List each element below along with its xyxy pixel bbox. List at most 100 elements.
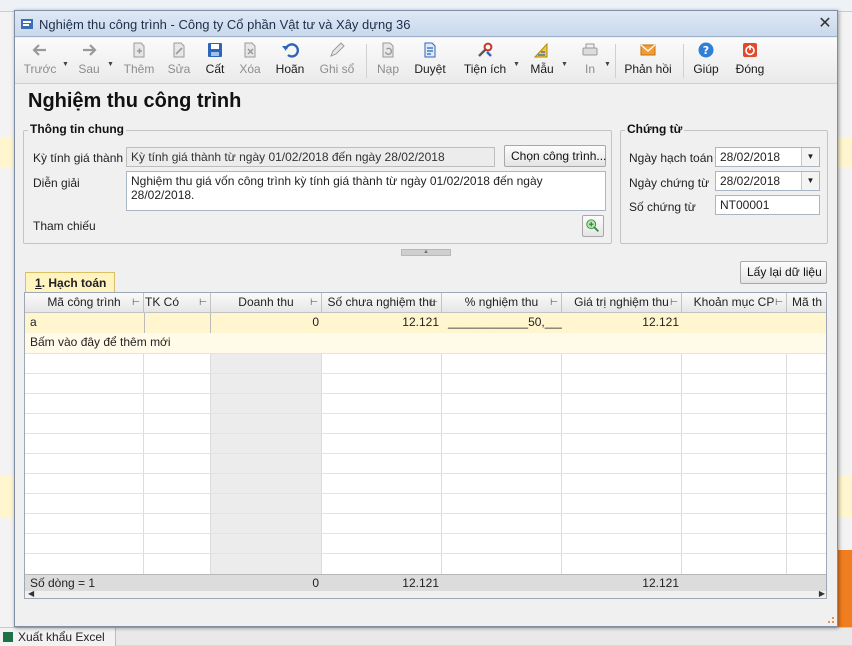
toolbar-print-button[interactable]: In ▼ — [577, 41, 611, 81]
cell-project-code[interactable]: a — [27, 313, 144, 333]
toolbar-print-label: In — [584, 62, 595, 76]
scroll-left-icon[interactable]: ◀ — [28, 589, 34, 598]
toolbar-utilities-button[interactable]: Tiện ích ▼ — [461, 41, 520, 81]
voucher-group: Chứng từ Ngày hạch toán 28/02/2018 ▼ Ngà… — [620, 122, 828, 244]
reload-icon — [382, 42, 394, 58]
column-header[interactable]: Khoản mục CP ⊢ — [682, 293, 787, 313]
toolbar-separator — [366, 44, 367, 78]
chevron-down-icon[interactable]: ▼ — [561, 61, 568, 68]
toolbar-next-button[interactable]: Sau ▼ — [71, 41, 114, 81]
chevron-down-icon[interactable]: ▼ — [62, 61, 69, 68]
cell-cost-item[interactable] — [682, 313, 787, 333]
table-row[interactable]: a 0 12.121 ____________50,____ 12.121 — [25, 313, 826, 333]
voucher-date-label: Ngày chứng từ — [629, 176, 710, 190]
toolbar-add-button[interactable]: Thêm — [121, 41, 157, 81]
title-bar[interactable]: Nghiệm thu công trình - Công ty Cổ phần … — [15, 11, 837, 37]
background-row-highlight — [838, 476, 852, 518]
choose-project-button[interactable]: Chọn công trình... — [504, 145, 606, 167]
edit-document-icon — [173, 42, 185, 58]
toolbar-feedback-button[interactable]: Phản hồi — [621, 41, 675, 81]
toolbar-post-button[interactable]: Ghi sổ — [317, 41, 357, 81]
add-reference-icon — [586, 219, 599, 232]
cell-credit-account[interactable] — [144, 313, 211, 333]
column-header[interactable]: TK Có ⊢ — [144, 293, 211, 313]
chevron-down-icon[interactable]: ▼ — [801, 148, 819, 166]
toolbar-utilities-label: Tiện ích — [463, 62, 507, 76]
add-reference-button[interactable] — [582, 215, 604, 237]
toolbar-previous-button[interactable]: Trước ▼ — [19, 41, 69, 81]
help-icon: ? — [698, 42, 714, 58]
pin-icon[interactable]: ⊢ — [430, 293, 438, 312]
toolbar-help-button[interactable]: ? Giúp — [689, 41, 723, 81]
toolbar-feedback-label: Phản hồi — [624, 62, 672, 76]
general-info-legend: Thông tin chung — [28, 122, 126, 136]
toolbar-template-button[interactable]: Mẫu ▼ — [525, 41, 568, 81]
pin-icon[interactable]: ⊢ — [199, 293, 207, 312]
column-header[interactable]: Mã th — [787, 293, 826, 313]
toolbar-help-label: Giúp — [693, 62, 719, 76]
app-icon — [21, 19, 33, 29]
toolbar-template-label: Mẫu — [530, 62, 554, 76]
horizontal-scrollbar[interactable]: ◀ ▶ — [25, 589, 826, 598]
printer-icon — [582, 43, 598, 56]
export-excel-label: Xuất khẩu Excel — [18, 630, 105, 644]
cell-revenue[interactable]: 0 — [211, 313, 322, 333]
toolbar-delete-button[interactable]: Xóa — [235, 41, 265, 81]
excel-icon — [3, 632, 13, 642]
toolbar-separator — [615, 44, 616, 78]
chevron-down-icon[interactable]: ▼ — [801, 172, 819, 190]
grid-line — [25, 353, 826, 354]
undo-icon — [282, 43, 299, 58]
toolbar-add-label: Thêm — [123, 62, 155, 76]
tab-accounting[interactable]: 1. Hạch toán — [25, 272, 115, 293]
column-header[interactable]: Doanh thu ⊢ — [211, 293, 322, 313]
column-header[interactable]: Giá trị nghiệm thu ⊢ — [562, 293, 682, 313]
posting-date-value: 28/02/2018 — [720, 150, 781, 164]
toolbar-approve-button[interactable]: Duyệt — [411, 41, 449, 81]
toolbar-undo-button[interactable]: Hoãn — [273, 41, 307, 81]
toolbar-reload-button[interactable]: Nạp — [373, 41, 403, 81]
pin-icon[interactable]: ⊢ — [670, 293, 678, 312]
chevron-down-icon[interactable]: ▼ — [513, 61, 520, 68]
pin-icon[interactable]: ⊢ — [550, 293, 558, 312]
period-field[interactable]: Kỳ tính giá thành từ ngày 01/02/2018 đến… — [126, 147, 495, 167]
arrow-left-icon — [32, 44, 46, 56]
description-field[interactable]: Nghiệm thu giá vốn công trình kỳ tính gi… — [126, 171, 606, 211]
chevron-down-icon[interactable]: ▼ — [604, 61, 611, 68]
add-new-row-hint[interactable]: Bấm vào đây để thêm mới — [27, 333, 327, 353]
column-header[interactable]: Số chưa nghiệm thu ⊢ — [322, 293, 442, 313]
toolbar-edit-button[interactable]: Sửa — [163, 41, 195, 81]
column-header-label: TK Có — [145, 295, 180, 309]
reference-label: Tham chiếu — [33, 219, 96, 233]
template-icon — [533, 42, 548, 58]
voucher-date-field[interactable]: 28/02/2018 ▼ — [715, 171, 820, 191]
panel-splitter[interactable]: ▲ — [401, 249, 451, 256]
total-accepted-value: 12.121 — [642, 576, 679, 590]
voucher-no-field[interactable]: NT00001 — [715, 195, 820, 215]
chevron-down-icon[interactable]: ▼ — [107, 61, 114, 68]
export-excel-tab[interactable]: Xuất khẩu Excel — [0, 628, 116, 646]
save-icon — [208, 43, 222, 57]
reload-data-button[interactable]: Lấy lại dữ liệu — [740, 261, 827, 284]
posting-date-field[interactable]: 28/02/2018 ▼ — [715, 147, 820, 167]
toolbar-save-button[interactable]: Cất — [201, 41, 229, 81]
toolbar-close-button[interactable]: Đóng — [731, 41, 769, 81]
column-header[interactable]: % nghiệm thu ⊢ — [442, 293, 562, 313]
pin-icon[interactable]: ⊢ — [310, 293, 318, 312]
column-header[interactable]: Mã công trình ⊢ — [25, 293, 144, 313]
scroll-right-icon[interactable]: ▶ — [819, 589, 825, 598]
pin-icon[interactable]: ⊢ — [775, 293, 783, 312]
accounting-grid: Mã công trình ⊢ TK Có ⊢ Doanh thu ⊢ Số chưa… — [24, 292, 827, 599]
grid-line — [25, 553, 826, 554]
add-new-row[interactable]: Bấm vào đây để thêm mới — [25, 333, 826, 353]
cell-unaccepted-amount[interactable]: 12.121 — [322, 313, 442, 333]
add-document-icon — [133, 42, 145, 58]
grid-summary-row: Số dòng = 1 0 12.121 12.121 — [25, 574, 826, 591]
cell-ma-th[interactable] — [787, 313, 826, 333]
power-icon — [743, 43, 757, 57]
cell-acceptance-percent[interactable]: ____________50,____ — [442, 313, 562, 333]
cell-accepted-value[interactable]: 12.121 — [562, 313, 682, 333]
resize-grip-icon[interactable] — [825, 614, 835, 624]
pin-icon[interactable]: ⊢ — [132, 293, 140, 312]
close-icon[interactable]: ✕ — [817, 16, 833, 32]
